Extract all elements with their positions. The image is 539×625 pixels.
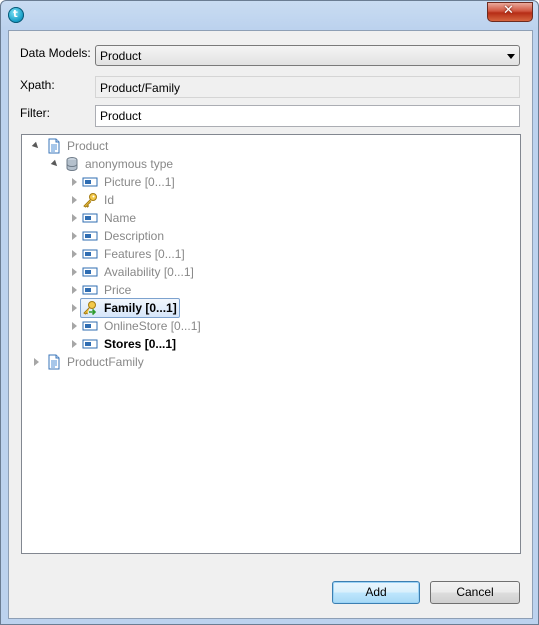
document-icon: [48, 138, 60, 154]
complex-type-icon: [66, 157, 78, 172]
element-icon: [82, 321, 98, 331]
data-models-value: Product: [100, 49, 142, 63]
xpath-label: Xpath:: [20, 78, 55, 92]
tree-node-features[interactable]: Features [0...1]: [22, 245, 322, 263]
close-icon: ✕: [503, 3, 514, 18]
chevron-down-icon[interactable]: [507, 54, 515, 59]
element-icon: [82, 231, 98, 241]
tree-node-label: OnlineStore [0...1]: [104, 319, 201, 333]
data-models-label: Data Models:: [20, 46, 91, 60]
dialog-window: t ✕ Data Models: Product Xpath: Product/…: [0, 0, 539, 625]
tree-node-anonymous-type[interactable]: anonymous type: [22, 155, 322, 173]
tree-node-picture[interactable]: Picture [0...1]: [22, 173, 322, 191]
filter-input[interactable]: [95, 105, 520, 127]
tree-node-label: anonymous type: [85, 157, 174, 171]
tree-node-family[interactable]: Family [0...1]: [22, 298, 322, 318]
app-icon: t: [8, 7, 24, 23]
element-icon: [82, 285, 98, 295]
tree-node-price[interactable]: Price: [22, 281, 322, 299]
element-icon: [82, 213, 98, 223]
key-icon: [83, 193, 97, 208]
tree-node-onlinestore[interactable]: OnlineStore [0...1]: [22, 317, 322, 335]
tree-node-label: Stores [0...1]: [104, 337, 177, 351]
tree-node-label: ProductFamily: [67, 355, 144, 369]
tree-node-stores[interactable]: Stores [0...1]: [22, 335, 322, 353]
tree-node-productfamily[interactable]: ProductFamily: [22, 353, 322, 371]
filter-label: Filter:: [20, 106, 50, 120]
tree-node-label: Availability [0...1]: [104, 265, 194, 279]
xpath-value: Product/Family: [100, 81, 181, 95]
expand-toggle-icon[interactable]: [50, 155, 60, 173]
xpath-field: Product/Family: [95, 76, 520, 98]
expand-toggle-icon[interactable]: [69, 335, 79, 353]
dialog-client-area: Data Models: Product Xpath: Product/Fami…: [8, 30, 533, 619]
tree-node-label: Price: [104, 283, 132, 297]
document-icon: [48, 354, 60, 370]
element-icon: [82, 339, 98, 349]
expand-toggle-icon[interactable]: [69, 209, 79, 227]
element-icon: [82, 249, 98, 259]
tree-node-label: Features [0...1]: [104, 247, 185, 261]
data-models-select[interactable]: Product: [95, 45, 520, 66]
tree-node-label: Family [0...1]: [104, 301, 177, 315]
expand-toggle-icon[interactable]: [69, 191, 79, 209]
expand-toggle-icon[interactable]: [31, 353, 41, 371]
expand-toggle-icon[interactable]: [69, 173, 79, 191]
tree-node-label: Picture [0...1]: [104, 175, 175, 189]
tree-node-label: Id: [104, 193, 115, 207]
tree-node-label: Product: [67, 139, 109, 153]
foreign-key-icon: [83, 301, 97, 316]
tree-node-name[interactable]: Name: [22, 209, 322, 227]
expand-toggle-icon[interactable]: [69, 281, 79, 299]
add-button[interactable]: Add: [332, 581, 420, 604]
element-icon: [82, 177, 98, 187]
tree-node-description[interactable]: Description: [22, 227, 322, 245]
expand-toggle-icon[interactable]: [31, 137, 41, 155]
title-bar: t ✕: [1, 1, 538, 29]
element-icon: [82, 267, 98, 277]
expand-toggle-icon[interactable]: [69, 299, 79, 317]
close-button[interactable]: ✕: [487, 2, 533, 22]
tree-node-id[interactable]: Id: [22, 191, 322, 209]
expand-toggle-icon[interactable]: [69, 227, 79, 245]
cancel-button[interactable]: Cancel: [430, 581, 520, 604]
expand-toggle-icon[interactable]: [69, 317, 79, 335]
schema-tree[interactable]: Product anonymous type Picture [0...1] I…: [21, 134, 521, 554]
expand-toggle-icon[interactable]: [69, 245, 79, 263]
tree-node-product[interactable]: Product: [22, 137, 322, 155]
tree-node-label: Name: [104, 211, 137, 225]
tree-node-availability[interactable]: Availability [0...1]: [22, 263, 322, 281]
tree-node-label: Description: [104, 229, 165, 243]
expand-toggle-icon[interactable]: [69, 263, 79, 281]
